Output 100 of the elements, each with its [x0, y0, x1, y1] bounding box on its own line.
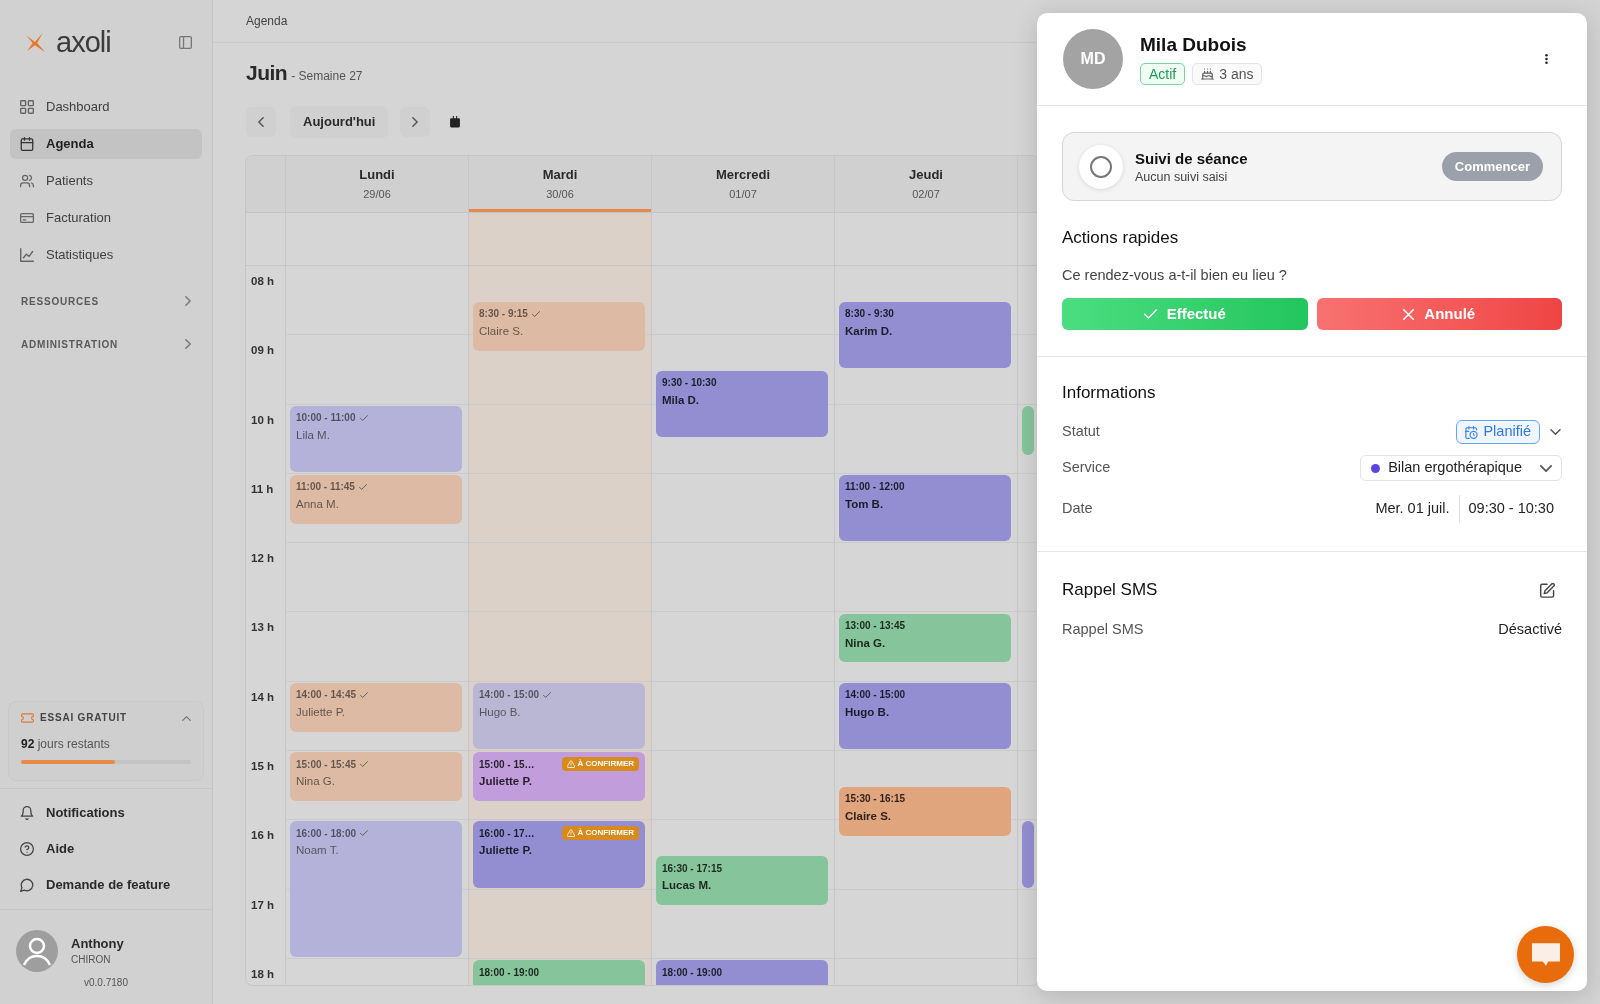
kebab-icon [1544, 53, 1548, 65]
patient-name: Tom B. [845, 496, 885, 511]
calendar-icon [449, 116, 462, 128]
patient-name: Hugo B. [479, 704, 522, 719]
appointment-time: 16:00 - 18:00 [296, 826, 357, 840]
service-select[interactable]: Bilan ergothérapique [1360, 455, 1562, 481]
session-subtitle: Aucun suivi saisi [1135, 168, 1229, 185]
hour-label: 11 h [251, 482, 274, 495]
cross-logo-icon [26, 32, 45, 52]
badge-text: À CONFIRMER [577, 759, 634, 770]
field-label: Service [1062, 458, 1111, 478]
bell-icon [20, 806, 34, 820]
speech-bubble-icon [20, 878, 34, 892]
hour-label: 12 h [251, 552, 274, 565]
user-surname: CHIRON [71, 954, 112, 966]
section-toggle[interactable]: RESSOURCES [10, 286, 202, 316]
chart-icon [20, 248, 34, 262]
field-label: Date [1062, 499, 1093, 519]
prev-button[interactable] [246, 107, 276, 137]
sidebar-link[interactable]: Demande de feature [20, 867, 192, 903]
users-icon [20, 174, 34, 188]
patient-name: Anna M. [296, 496, 340, 511]
appointment-time: 15:00 - 15:45 [296, 757, 357, 771]
calendar-clock-icon [1465, 425, 1479, 439]
day-date: 30/06 [546, 187, 574, 201]
patient-name: Claire S. [479, 323, 525, 338]
appointment-time: 18:00 - 19:00 [662, 965, 723, 979]
warning-icon [566, 829, 575, 838]
patient-name: Karim D. [845, 323, 894, 338]
logo-text: axoli [56, 26, 111, 58]
dot-icon [1371, 463, 1381, 473]
day-date: 29/06 [363, 187, 391, 201]
nav-item[interactable]: Agenda [10, 129, 202, 159]
calendar-icon [20, 137, 34, 151]
hour-label: 16 h [251, 829, 274, 842]
warning-icon [566, 760, 575, 769]
appointment-time: 15:30 - 16:15 [845, 792, 906, 806]
time-value: 09:30 - 10:30 [1468, 499, 1554, 519]
day-date: 01/07 [729, 187, 757, 201]
day-name: Jeudi [909, 167, 943, 183]
day-name: Lundi [359, 167, 395, 183]
appointment-time: 8:30 - 9:30 [845, 307, 894, 321]
field-label: Statut [1062, 422, 1100, 442]
section-toggle[interactable]: ADMINISTRATION [10, 329, 202, 359]
nav-item[interactable]: Dashboard [10, 92, 202, 122]
hour-label: 10 h [251, 413, 274, 426]
hour-label: 18 h [251, 967, 274, 980]
chevron-up-icon [182, 715, 191, 721]
patient-name: Noam T. [296, 843, 340, 858]
next-button[interactable] [400, 107, 431, 137]
breadcrumb: Agenda [246, 13, 288, 30]
field-value: Désactivé [1498, 620, 1562, 640]
hour-label: 13 h [251, 621, 274, 634]
appointment-time: 11:00 - 12:00 [845, 480, 905, 494]
hour-label: 08 h [251, 275, 274, 287]
month-title: Juin [246, 60, 288, 86]
appointment-time: 16:30 - 17:15 [662, 861, 723, 875]
appointment-time: 14:00 - 14:45 [296, 688, 357, 702]
section-title: Actions rapides [1062, 227, 1180, 249]
user-name: Anthony [71, 936, 124, 952]
sidebar-link[interactable]: Notifications [20, 795, 192, 831]
appointment-time: 15:00 - 15… [479, 757, 535, 771]
hour-label: 15 h [251, 760, 274, 773]
edit-button[interactable] [1540, 582, 1555, 598]
trial-remaining: 92 jours restants [21, 737, 111, 751]
patient-name: Lucas M. [662, 878, 713, 893]
nav-item[interactable]: Facturation [10, 203, 202, 233]
today-button[interactable]: Aujourd'hui [290, 106, 389, 138]
sidebar-link[interactable]: Aide [20, 831, 192, 867]
appointment-time: 11:00 - 11:45 [296, 480, 355, 494]
check-icon [1143, 309, 1157, 319]
card-icon [20, 211, 34, 225]
patient-name: Juliette P. [479, 774, 533, 789]
sidebar-toggle[interactable] [179, 35, 192, 49]
edit-icon [1540, 582, 1555, 598]
status-select[interactable]: Planifié [1456, 420, 1540, 444]
ticket-icon [21, 713, 34, 723]
nav-item[interactable]: Patients [10, 166, 202, 196]
hour-label: 09 h [251, 344, 274, 357]
patient-name: Juliette P. [296, 704, 346, 719]
day-date: 02/07 [912, 187, 940, 201]
chevron-left-icon [258, 117, 264, 127]
patient-name: Hugo B. [845, 704, 891, 719]
week-label: - Semaine 27 [291, 68, 363, 85]
question-text: Ce rendez-vous a-t-il bien eu lieu ? [1062, 266, 1288, 285]
appointment-time: 13:00 - 13:45 [845, 619, 906, 632]
date-value: Mer. 01 juil. [1375, 499, 1450, 519]
appointment-time: 14:00 - 15:00 [479, 688, 540, 702]
appointment-time: 16:00 - 17… [479, 826, 535, 840]
nav-item[interactable]: Statistiques [10, 240, 202, 270]
appointment-time: 14:00 - 15:00 [845, 688, 906, 702]
appointment-time: 9:30 - 10:30 [662, 376, 717, 390]
badge-text: À CONFIRMER [577, 828, 634, 839]
patient-name: Lila M. [296, 427, 331, 442]
version-text: v0.0.7180 [83, 977, 129, 989]
trial-title: ESSAI GRATUIT [40, 712, 127, 724]
section-title: Rappel SMS [1062, 579, 1158, 601]
chat-button[interactable] [1517, 926, 1574, 983]
patient-name: Juliette P. [479, 843, 533, 858]
radio-button[interactable] [1079, 144, 1123, 189]
